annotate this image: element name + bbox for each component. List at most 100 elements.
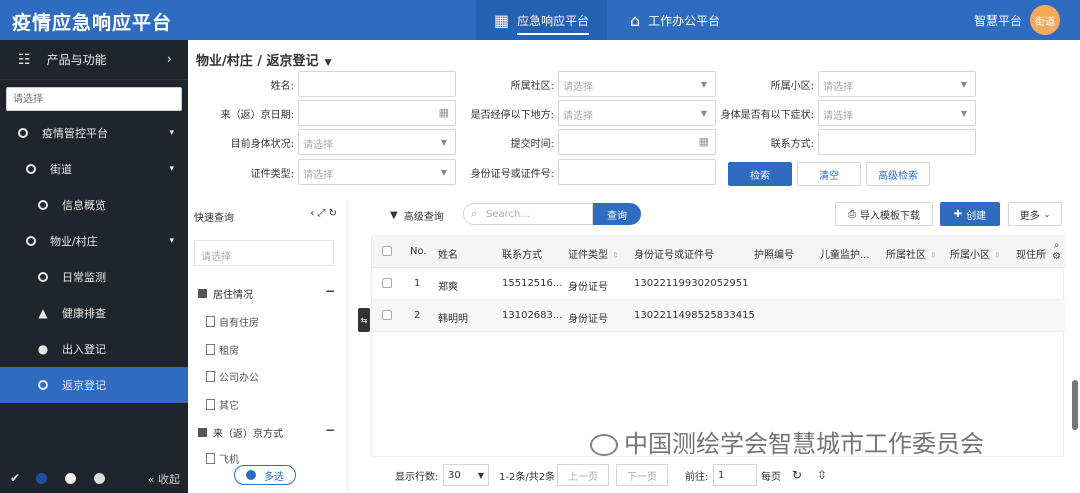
list-item[interactable]: 租房 [206, 342, 239, 357]
chevron-down-icon: ▾ [169, 164, 174, 174]
sidebar-item-street[interactable]: 街道 ▾ [0, 151, 188, 187]
chat-icon: ● [37, 342, 49, 356]
column-header[interactable]: 姓名 [438, 246, 458, 261]
tab-office-platform[interactable]: ⌂ 工作办公平台 [612, 0, 738, 40]
check-icon[interactable]: ✔ [10, 471, 20, 485]
list-item[interactable]: 公司办公 [206, 369, 259, 384]
column-header[interactable]: 身份证号或证件号 [634, 246, 714, 261]
circle-icon [38, 200, 48, 210]
advanced-search-button[interactable]: 高级检索 [866, 162, 930, 186]
column-header[interactable]: No. [410, 246, 427, 257]
prev-page-button[interactable]: 上一页 [557, 464, 609, 486]
product-menu[interactable]: ☷ 产品与功能 › [0, 40, 188, 80]
chevron-down-icon: ▼ [960, 80, 967, 89]
community-select[interactable]: 请选择 ▼ [558, 71, 716, 97]
document-icon [206, 399, 215, 410]
sidebar-item-health-check[interactable]: ▲ 健康排查 [0, 295, 188, 331]
refresh-icon[interactable]: ↻ [329, 208, 337, 219]
advanced-query-button[interactable]: ▼ 高级查询 [390, 208, 444, 223]
submit-time-field[interactable]: ▦ [558, 129, 716, 155]
page-input[interactable]: 1 [713, 464, 757, 486]
book-icon [198, 289, 207, 298]
table-search-input[interactable]: ⌕ Search... [463, 203, 593, 225]
sidebar-search-input[interactable] [6, 87, 182, 111]
collapse-icon[interactable]: ‹ [310, 208, 314, 219]
health-select[interactable]: 请选择 ▼ [298, 129, 456, 155]
caret-down-icon[interactable]: ▼ [325, 58, 332, 68]
sidebar-item-daily-monitor[interactable]: 日常监测 [0, 259, 188, 295]
query-button[interactable]: 查询 [593, 203, 641, 225]
create-button[interactable]: ✚ 创建 [940, 202, 1000, 226]
next-page-button[interactable]: 下一页 [616, 464, 668, 486]
list-item[interactable]: 其它 [206, 397, 239, 412]
more-button[interactable]: 更多 ⌄ [1008, 202, 1062, 226]
group-residence[interactable]: 居住情况 [198, 286, 253, 301]
cell-phone: 15512516... [502, 278, 563, 289]
avatar[interactable]: 街道 [1030, 5, 1060, 35]
search-icon: ⌕ [471, 207, 478, 220]
sidebar-item-property-village[interactable]: 物业/村庄 ▾ [0, 223, 188, 259]
column-header[interactable]: 护照编号 [754, 246, 794, 261]
return-date-field[interactable]: ▦ [298, 100, 456, 126]
collapse-label: 收起 [158, 473, 180, 486]
list-item[interactable]: 自有住房 [206, 314, 259, 329]
row-checkbox[interactable] [382, 278, 392, 288]
import-template-button[interactable]: ⎙ 导入模板下载 [835, 202, 933, 226]
search-button[interactable]: 检索 [728, 162, 792, 186]
platform-label[interactable]: 智慧平台 [974, 12, 1022, 29]
minus-icon[interactable]: − [325, 423, 335, 437]
minus-icon[interactable]: − [325, 284, 335, 298]
column-header[interactable]: 所属小区 ⇕ [950, 246, 1001, 261]
table-row[interactable]: 1 郑爽 15512516... 身份证号 130221199302052951 [372, 268, 1065, 300]
product-label: 产品与功能 [46, 53, 107, 67]
sidebar-item-label: 街道 [50, 163, 72, 176]
group-label: 居住情况 [213, 290, 253, 301]
panel-toggle-icon[interactable]: ⇆ [358, 308, 370, 332]
column-header[interactable]: 儿童监护... [820, 246, 870, 261]
plus-icon: ✚ [953, 208, 963, 220]
tab-emergency-platform[interactable]: ▦ 应急响应平台 [476, 0, 608, 40]
search-icon[interactable]: ⌕ [1054, 240, 1060, 251]
group-label: 来（返）京方式 [213, 429, 283, 440]
group-return-method[interactable]: 来（返）京方式 [198, 425, 283, 440]
chevron-down-icon: ▼ [960, 109, 967, 118]
expand-icon[interactable]: ⤢ [317, 208, 325, 219]
export-icon[interactable]: ⇳ [817, 464, 827, 486]
id-type-label: 证件类型: [250, 169, 294, 180]
health-label: 目前身体状况: [230, 139, 294, 150]
clear-button[interactable]: 清空 [797, 162, 861, 186]
sidebar-item-return-beijing[interactable]: 返京登记 [0, 367, 188, 403]
estate-select[interactable]: 请选择 ▼ [818, 71, 976, 97]
select-all-checkbox[interactable] [382, 246, 392, 256]
refresh-icon[interactable]: ↻ [792, 464, 802, 486]
sidebar-item-epidemic-control[interactable]: 疫情管控平台 ▾ [0, 115, 188, 151]
return-date-label: 来（返）京日期: [220, 110, 294, 121]
row-checkbox[interactable] [382, 310, 392, 320]
theme-dot-white[interactable] [65, 472, 77, 484]
theme-dot-blue[interactable] [36, 472, 48, 484]
contact-field[interactable] [818, 129, 976, 155]
column-header[interactable]: 现住所 [1016, 246, 1046, 261]
symptoms-select[interactable]: 请选择 ▼ [818, 100, 976, 126]
scrollbar[interactable] [1072, 380, 1078, 430]
quick-query-search[interactable]: 请选择 [194, 240, 334, 266]
theme-dot-gray[interactable] [94, 472, 106, 484]
id-type-select[interactable]: 请选择 ▼ [298, 159, 456, 185]
chevron-down-icon: ▼ [700, 80, 707, 89]
multi-select-toggle[interactable]: 多选 [234, 465, 296, 485]
rows-per-page-select[interactable]: 30 ▼ [443, 464, 489, 486]
table-row[interactable]: 2 韩明明 13102683... 身份证号 13022114985258334… [372, 300, 1065, 332]
sidebar-item-overview[interactable]: 信息概览 [0, 187, 188, 223]
id-number-field[interactable] [558, 159, 716, 185]
collapse-button[interactable]: « 收起 [148, 471, 180, 487]
column-header[interactable]: 联系方式 [502, 246, 542, 261]
range-text: 1-2条/共2条 [499, 471, 556, 483]
list-item[interactable]: 飞机 [206, 451, 239, 466]
calendar-icon: ▦ [438, 106, 449, 119]
name-field[interactable] [298, 71, 456, 97]
sidebar-item-entry-exit[interactable]: ● 出入登记 [0, 331, 188, 367]
column-header[interactable]: 所属社区 ⇕ [886, 246, 937, 261]
settings-icon[interactable]: ⚙ [1052, 251, 1061, 262]
column-header[interactable]: 证件类型 ⇕ [568, 246, 619, 261]
passed-select[interactable]: 请选择 ▼ [558, 100, 716, 126]
